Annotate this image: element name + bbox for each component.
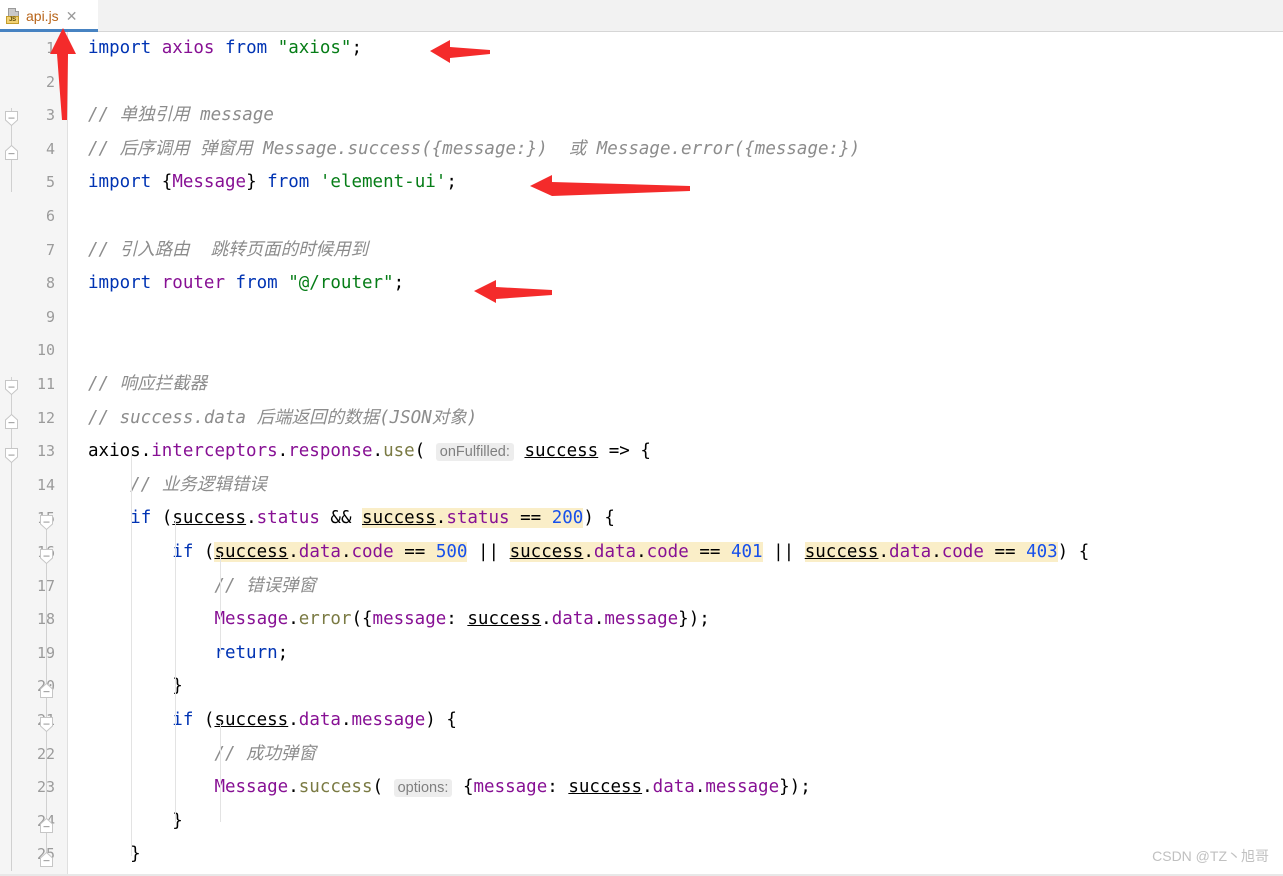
- indent-guide: [220, 553, 221, 654]
- fold-marker-collapse-icon[interactable]: [39, 548, 54, 565]
- search-highlight: success.data.code == 403: [804, 542, 1058, 562]
- code-line-12[interactable]: 12 // success.data 后端返回的数据(JSON对象): [0, 402, 1283, 436]
- fold-connector: [11, 461, 12, 871]
- line-number: 7: [45, 240, 55, 259]
- line-content: Message.error({message: success.data.mes…: [214, 609, 710, 630]
- line-content: import {Message} from 'element-ui';: [88, 172, 457, 193]
- line-number: 10: [36, 341, 55, 360]
- line-number: 14: [36, 475, 55, 494]
- code-line-8[interactable]: 8 import router from "@/router";: [0, 267, 1283, 301]
- line-content: axios.interceptors.response.use( onFulfi…: [88, 441, 651, 462]
- line-content: // 业务逻辑错误: [88, 469, 267, 503]
- search-highlight: success.data.code == 401: [509, 542, 763, 562]
- fold-marker-collapse-icon[interactable]: [4, 379, 19, 396]
- code-line-6[interactable]: 6: [0, 200, 1283, 234]
- comment-text: // 业务逻辑错误: [88, 474, 267, 495]
- code-line-11[interactable]: 11 // 响应拦截器: [0, 368, 1283, 402]
- fold-marker-collapse-icon[interactable]: [4, 110, 19, 127]
- inlay-hint-options: options:: [393, 779, 453, 798]
- comment-text: // 成功弹窗: [88, 743, 317, 764]
- fold-marker-end-icon[interactable]: [4, 144, 19, 161]
- annotation-arrow-left-icon: [474, 278, 552, 306]
- comment-text: // 引入路由 跳转页面的时候用到: [88, 239, 369, 260]
- code-editor[interactable]: 1 import axios from "axios"; 2 3 // 单独引用…: [0, 32, 1283, 876]
- line-content: // 引入路由 跳转页面的时候用到: [88, 234, 368, 268]
- line-content: import axios from "axios";: [88, 38, 363, 58]
- watermark-text: CSDN @TZ丶旭哥: [1152, 848, 1269, 864]
- comment-text: // 单独引用 message: [88, 105, 274, 126]
- fold-marker-collapse-icon[interactable]: [39, 716, 54, 733]
- code-line-9[interactable]: 9: [0, 301, 1283, 335]
- code-line-15[interactable]: 15 if (success.status && success.status …: [0, 502, 1283, 536]
- indent-guide: [131, 452, 132, 856]
- line-content: import router from "@/router";: [88, 273, 405, 294]
- code-line-10[interactable]: 10: [0, 334, 1283, 368]
- line-content: if (success.data.code == 500 || success.…: [172, 542, 1090, 562]
- line-number: 8: [45, 274, 55, 293]
- line-content: }: [172, 676, 183, 697]
- line-content: // 错误弹窗: [88, 570, 316, 604]
- code-line-16[interactable]: 16 if (success.data.code == 500 || succe…: [0, 536, 1283, 570]
- comment-text: // 后序调用 弹窗用 Message.success({message:}) …: [88, 138, 861, 159]
- line-content: if (success.data.message) {: [172, 710, 457, 730]
- line-content: // 单独引用 message: [88, 99, 274, 133]
- line-content: Message.success( options: {message: succ…: [214, 777, 811, 798]
- line-content: }: [172, 810, 183, 831]
- code-line-21[interactable]: 21 if (success.data.message) {: [0, 704, 1283, 738]
- comment-text: // 响应拦截器: [88, 374, 208, 394]
- code-line-2[interactable]: 2: [0, 66, 1283, 100]
- code-line-13[interactable]: 13 axios.interceptors.response.use( onFu…: [0, 435, 1283, 469]
- code-line-1[interactable]: 1 import axios from "axios";: [0, 32, 1283, 66]
- code-line-24[interactable]: 24 }: [0, 805, 1283, 839]
- comment-text: // success.data 后端返回的数据(JSON对象): [88, 407, 478, 428]
- code-line-7[interactable]: 7 // 引入路由 跳转页面的时候用到: [0, 234, 1283, 268]
- comment-text: // 错误弹窗: [88, 575, 317, 596]
- fold-marker-end-icon[interactable]: [39, 851, 54, 868]
- line-number: 9: [45, 307, 55, 326]
- code-line-22[interactable]: 22 // 成功弹窗: [0, 738, 1283, 772]
- fold-marker-collapse-icon[interactable]: [39, 514, 54, 531]
- line-number: 5: [45, 173, 55, 192]
- line-content: }: [130, 844, 141, 865]
- fold-marker-collapse-icon[interactable]: [4, 447, 19, 464]
- line-number: 6: [45, 207, 55, 225]
- indent-guide: [220, 721, 221, 822]
- tab-label: api.js: [26, 8, 59, 24]
- code-line-19[interactable]: 19 return;: [0, 637, 1283, 671]
- editor-tab-bar: JS api.js ✕: [0, 0, 1283, 32]
- code-line-25[interactable]: 25 }: [0, 838, 1283, 872]
- code-line-17[interactable]: 17 // 错误弹窗: [0, 570, 1283, 604]
- js-file-icon: JS: [6, 8, 21, 24]
- indent-guide: [175, 519, 176, 822]
- line-content: // 后序调用 弹窗用 Message.success({message:}) …: [88, 133, 860, 167]
- fold-marker-end-icon[interactable]: [39, 682, 54, 699]
- line-content: if (success.status && success.status == …: [130, 508, 615, 529]
- code-line-18[interactable]: 18 Message.error({message: success.data.…: [0, 603, 1283, 637]
- search-highlight: success.status == 200: [362, 508, 584, 529]
- line-content: // success.data 后端返回的数据(JSON对象): [88, 402, 477, 436]
- annotation-arrow-up-icon: [46, 28, 82, 120]
- annotation-arrow-left-icon: [530, 172, 690, 200]
- code-line-4[interactable]: 4 // 后序调用 弹窗用 Message.success({message:}…: [0, 133, 1283, 167]
- code-line-20[interactable]: 20 }: [0, 670, 1283, 704]
- inlay-hint-onfulfilled: onFulfilled:: [435, 443, 514, 462]
- annotation-arrow-left-icon: [430, 38, 490, 66]
- line-content: // 响应拦截器: [88, 368, 207, 402]
- close-icon[interactable]: ✕: [66, 9, 78, 23]
- line-content: return;: [214, 642, 289, 663]
- search-highlight: success.data.code == 500: [214, 542, 468, 562]
- code-line-23[interactable]: 23 Message.success( options: {message: s…: [0, 771, 1283, 805]
- fold-marker-end-icon[interactable]: [39, 817, 54, 834]
- fold-marker-end-icon[interactable]: [4, 413, 19, 430]
- line-content: // 成功弹窗: [88, 738, 316, 772]
- code-line-14[interactable]: 14 // 业务逻辑错误: [0, 469, 1283, 503]
- js-icon-label: JS: [6, 16, 19, 24]
- fold-connector: [46, 726, 47, 866]
- code-line-3[interactable]: 3 // 单独引用 message: [0, 99, 1283, 133]
